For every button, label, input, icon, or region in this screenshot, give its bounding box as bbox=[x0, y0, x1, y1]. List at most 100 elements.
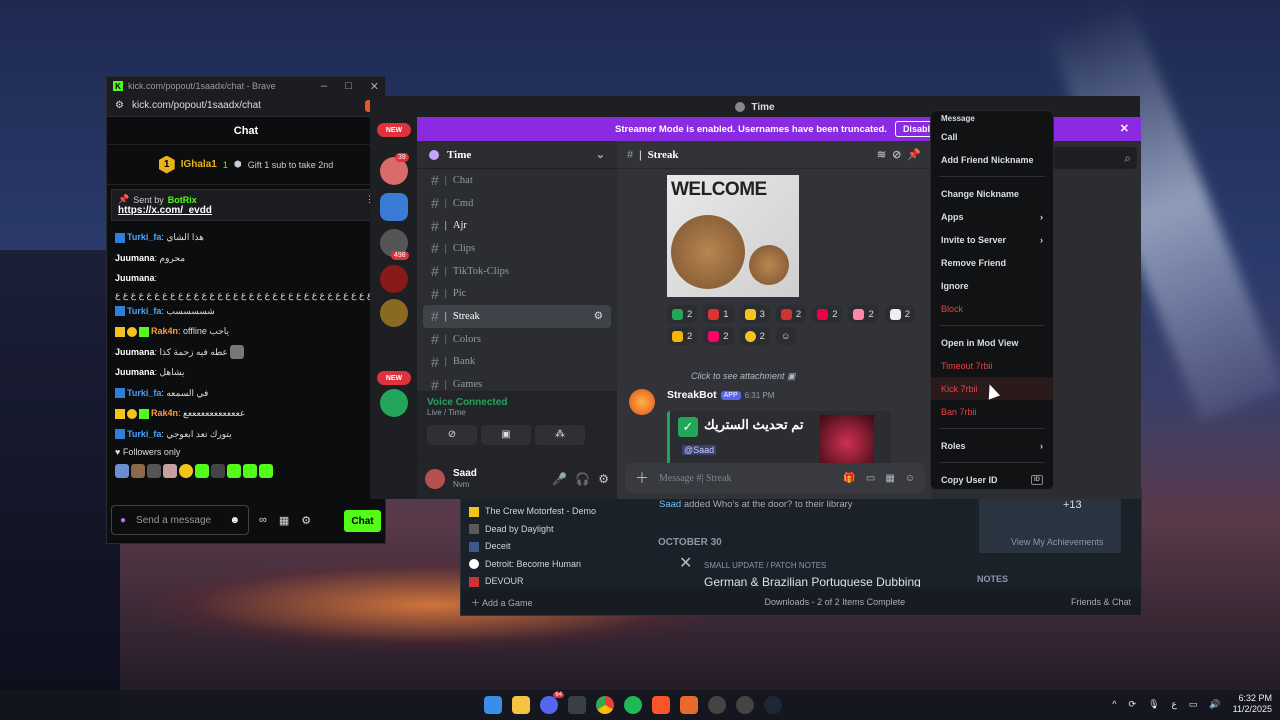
reply-reference[interactable]: Click to see attachment ▣ bbox=[629, 371, 929, 382]
channel-pic[interactable]: # | Pic bbox=[417, 282, 617, 305]
channel-clips[interactable]: # | Clips bbox=[417, 237, 617, 260]
emote-icon[interactable] bbox=[211, 463, 225, 478]
steam-icon[interactable] bbox=[764, 696, 782, 714]
chrome-icon[interactable] bbox=[596, 696, 614, 714]
steam-game-item[interactable]: The Crew Motorfest - Demo bbox=[469, 503, 639, 521]
chevron-up-icon[interactable]: ^ bbox=[1112, 699, 1116, 709]
emoji-icon[interactable]: ☺ bbox=[905, 473, 915, 484]
reaction[interactable]: 2 bbox=[848, 305, 879, 323]
server-header[interactable]: Time ⌄ bbox=[417, 141, 617, 169]
emote-icon[interactable] bbox=[131, 463, 145, 478]
store-icon[interactable]: ▦ bbox=[279, 514, 289, 527]
voice-status[interactable]: Voice Connected bbox=[427, 397, 607, 408]
pin-icon[interactable]: 📌 bbox=[907, 148, 921, 161]
folder-icon[interactable] bbox=[380, 193, 408, 221]
channel-tiktok-clips[interactable]: # | TikTok-Clips bbox=[417, 260, 617, 283]
steam-game-item[interactable]: Dead by Daylight bbox=[469, 521, 639, 539]
volume-icon[interactable]: 🔊 bbox=[1209, 699, 1220, 710]
add-attachment-icon[interactable]: ＋ bbox=[635, 468, 649, 488]
menu-item-invite-to-server[interactable]: Invite to Server › bbox=[931, 228, 1053, 251]
spotify-icon[interactable] bbox=[624, 696, 642, 714]
microphone-icon[interactable]: 🎙 bbox=[1148, 699, 1159, 710]
sticker-icon[interactable]: ▦ bbox=[885, 473, 894, 484]
site-settings-icon[interactable]: ⚙ bbox=[115, 100, 124, 111]
friends-chat-button[interactable]: Friends & Chat bbox=[1071, 597, 1131, 607]
channel-bank[interactable]: # | Bank bbox=[417, 351, 617, 374]
app-icon[interactable] bbox=[736, 696, 754, 714]
reaction[interactable]: 2 bbox=[667, 305, 698, 323]
reaction[interactable]: 2 bbox=[812, 305, 843, 323]
menu-item-ignore[interactable]: Ignore bbox=[931, 274, 1053, 297]
menu-item-message[interactable]: Message bbox=[931, 111, 1053, 125]
bot-avatar[interactable] bbox=[629, 389, 655, 415]
steam-game-item[interactable]: Deceit bbox=[469, 538, 639, 556]
menu-item-copy-user-id[interactable]: Copy User ID ID bbox=[931, 468, 1053, 491]
server-icon-3[interactable] bbox=[380, 265, 408, 293]
steam-game-item[interactable]: Detroit: Become Human bbox=[469, 556, 639, 574]
reaction[interactable]: 2 bbox=[667, 327, 698, 345]
reaction[interactable]: 2 bbox=[884, 305, 916, 323]
new-badge[interactable]: NEW bbox=[377, 123, 411, 137]
menu-item-block[interactable]: Block bbox=[931, 297, 1053, 320]
maximize-icon[interactable]: □ bbox=[345, 80, 352, 93]
gear-icon[interactable]: ⚙ bbox=[594, 310, 603, 322]
new-badge[interactable]: NEW bbox=[377, 371, 411, 385]
top-gifter-banner[interactable]: 1 IGhala1 1 ⬢ Gift 1 sub to take 2nd bbox=[107, 145, 385, 185]
channel-ajr[interactable]: # | Ajr bbox=[417, 214, 617, 237]
app-icon[interactable] bbox=[680, 696, 698, 714]
menu-item-open-mod-view[interactable]: Open in Mod View bbox=[931, 331, 1053, 354]
gif-icon[interactable]: ▭ bbox=[866, 473, 875, 484]
mute-icon[interactable]: 🎤 bbox=[552, 472, 567, 486]
file-explorer-icon[interactable] bbox=[512, 696, 530, 714]
server-icon-4[interactable] bbox=[380, 299, 408, 327]
user-mention[interactable]: @Saad bbox=[682, 445, 717, 455]
menu-item-change-nickname[interactable]: Change Nickname bbox=[931, 182, 1053, 205]
menu-item-timeout[interactable]: Timeout 7rbii bbox=[931, 354, 1053, 377]
avatar[interactable] bbox=[425, 468, 445, 489]
pinned-link[interactable]: https://x.com/_evdd bbox=[118, 205, 374, 216]
steam-update-title[interactable]: German & Brazilian Portuguese Dubbing bbox=[704, 575, 954, 587]
discord-icon[interactable]: 64 bbox=[540, 692, 564, 714]
voice-server-icon[interactable] bbox=[380, 389, 408, 417]
reaction[interactable]: 2 bbox=[775, 305, 807, 323]
menu-item-apps[interactable]: Apps › bbox=[931, 205, 1053, 228]
notification-icon[interactable]: ⊘ bbox=[892, 148, 901, 161]
emoji-icon[interactable]: ☻ bbox=[229, 515, 240, 526]
view-achievements-button[interactable]: View My Achievements bbox=[1011, 537, 1103, 547]
windows-start-icon[interactable] bbox=[484, 696, 502, 714]
channel-streak[interactable]: # | Streak ⚙ bbox=[423, 305, 611, 328]
reaction[interactable]: 3 bbox=[739, 305, 770, 323]
channel-colors[interactable]: # | Colors bbox=[417, 328, 617, 351]
clock[interactable]: 6:32 PM 11/2/2025 bbox=[1233, 693, 1272, 715]
emote-icon[interactable] bbox=[259, 463, 273, 478]
microphone-icon[interactable]: ● bbox=[120, 515, 126, 526]
channel-cmd[interactable]: # | Cmd bbox=[417, 192, 617, 215]
menu-item-roles[interactable]: Roles › bbox=[931, 434, 1053, 457]
send-chat-button[interactable]: Chat bbox=[344, 510, 381, 532]
sync-icon[interactable]: ⟳ bbox=[1129, 699, 1137, 710]
voice-location[interactable]: Live / Time bbox=[427, 408, 607, 417]
emote-icon[interactable] bbox=[163, 463, 177, 478]
menu-item-call[interactable]: Call bbox=[931, 125, 1053, 148]
emote-icon[interactable] bbox=[227, 463, 241, 478]
emote-icon[interactable] bbox=[147, 463, 161, 478]
close-icon[interactable]: ✕ bbox=[370, 80, 379, 93]
reaction[interactable]: 1 bbox=[703, 305, 734, 323]
minimize-icon[interactable]: – bbox=[321, 80, 327, 93]
add-game-button[interactable]: ＋ Add a Game bbox=[471, 596, 533, 609]
emote-icon[interactable] bbox=[115, 463, 129, 478]
message-input[interactable]: ＋ Message #| Streak 🎁 ▭ ▦ ☺ bbox=[625, 463, 925, 493]
settings-icon[interactable]: ⚙ bbox=[598, 472, 609, 486]
screenshare-icon[interactable]: ▣ bbox=[481, 425, 531, 445]
add-reaction-button[interactable]: ☺ bbox=[775, 327, 796, 345]
emote-icon[interactable] bbox=[195, 463, 209, 478]
steam-game-item[interactable]: DEVOUR bbox=[469, 573, 639, 591]
downloads-status[interactable]: Downloads - 2 of 2 Items Complete bbox=[765, 597, 906, 607]
menu-item-remove-friend[interactable]: Remove Friend bbox=[931, 251, 1053, 274]
welcome-image[interactable]: WELCOME bbox=[667, 175, 799, 297]
chevron-down-icon[interactable]: ⌄ bbox=[596, 148, 605, 161]
bot-name[interactable]: StreakBot bbox=[667, 389, 717, 401]
reaction[interactable]: 2 bbox=[703, 327, 734, 345]
app-icon[interactable] bbox=[568, 696, 586, 714]
channel-chat[interactable]: # | Chat bbox=[417, 169, 617, 192]
